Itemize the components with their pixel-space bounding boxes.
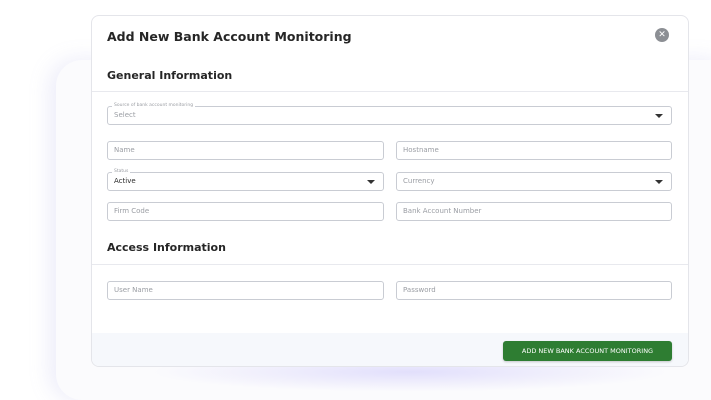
hostname-placeholder: Hostname bbox=[403, 146, 439, 154]
source-select[interactable]: Source of bank account monitoring Select bbox=[107, 103, 672, 125]
currency-placeholder: Currency bbox=[403, 177, 435, 185]
status-select-label: Status bbox=[112, 169, 131, 175]
access-information-heading: Access Information bbox=[107, 241, 226, 254]
source-select-label: Source of bank account monitoring bbox=[112, 103, 196, 109]
section-divider bbox=[92, 91, 688, 92]
source-select-value: Select bbox=[114, 111, 136, 119]
bank-account-number-placeholder: Bank Account Number bbox=[403, 207, 482, 215]
firm-code-placeholder: Firm Code bbox=[114, 207, 150, 215]
user-name-placeholder: User Name bbox=[114, 286, 153, 294]
modal-title: Add New Bank Account Monitoring bbox=[107, 29, 352, 44]
password-field[interactable]: Password bbox=[396, 281, 672, 300]
bank-account-number-field[interactable]: Bank Account Number bbox=[396, 202, 672, 221]
general-information-heading: General Information bbox=[107, 69, 233, 82]
status-select-value: Active bbox=[114, 177, 136, 185]
add-bank-account-modal: Add New Bank Account Monitoring ✕ Genera… bbox=[91, 15, 689, 367]
password-placeholder: Password bbox=[403, 286, 436, 294]
hostname-field[interactable]: Hostname bbox=[396, 141, 672, 160]
user-name-field[interactable]: User Name bbox=[107, 281, 384, 300]
currency-select[interactable]: Currency bbox=[396, 172, 672, 191]
firm-code-field[interactable]: Firm Code bbox=[107, 202, 384, 221]
add-bank-account-monitoring-button[interactable]: ADD NEW BANK ACCOUNT MONITORING bbox=[503, 341, 672, 361]
chevron-down-icon bbox=[367, 180, 375, 184]
status-select[interactable]: Status Active bbox=[107, 169, 384, 191]
chevron-down-icon bbox=[655, 180, 663, 184]
name-field[interactable]: Name bbox=[107, 141, 384, 160]
close-icon[interactable]: ✕ bbox=[655, 28, 669, 42]
section-divider bbox=[92, 264, 688, 265]
name-placeholder: Name bbox=[114, 146, 135, 154]
chevron-down-icon bbox=[655, 114, 663, 118]
